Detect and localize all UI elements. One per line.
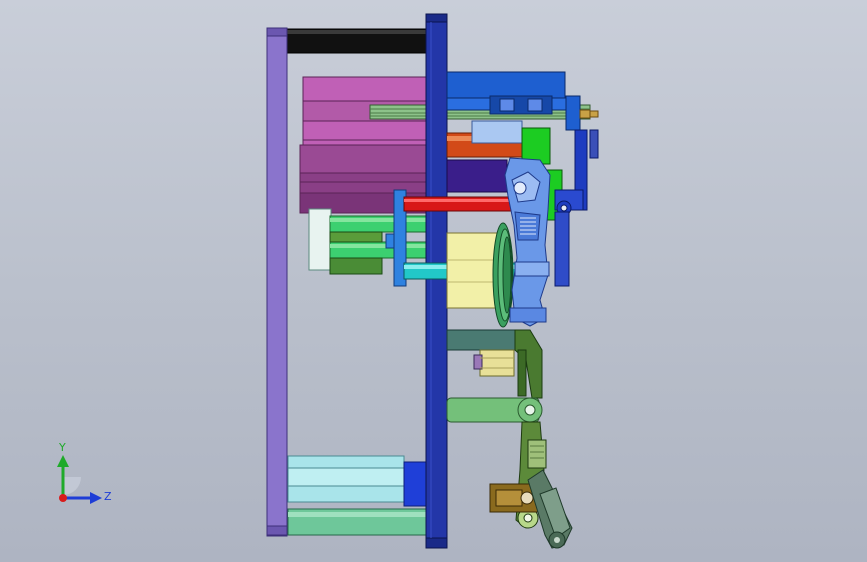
outer-plate[interactable] <box>266 27 288 537</box>
green-lever[interactable] <box>446 397 543 423</box>
cad-viewport[interactable]: Y Z <box>0 0 867 562</box>
y-axis-label: Y <box>59 441 66 454</box>
white-cap[interactable] <box>308 208 332 271</box>
bottom-cylinder[interactable] <box>287 455 429 507</box>
actuator-block-stack[interactable] <box>299 76 430 214</box>
x-axis-origin <box>59 494 67 502</box>
light-blue-block[interactable] <box>471 120 523 144</box>
coordinate-triad: Y Z <box>45 435 115 514</box>
z-axis-label: Z <box>104 490 112 503</box>
small-cylinder[interactable] <box>473 349 515 377</box>
dark-arm[interactable] <box>514 329 543 399</box>
yellow-block[interactable] <box>446 232 498 309</box>
teal-plate[interactable] <box>446 329 516 351</box>
navy-block[interactable] <box>446 159 508 193</box>
mechanism-assembly[interactable] <box>0 0 867 562</box>
right-linkage[interactable] <box>554 129 599 287</box>
main-plate[interactable] <box>425 13 448 549</box>
